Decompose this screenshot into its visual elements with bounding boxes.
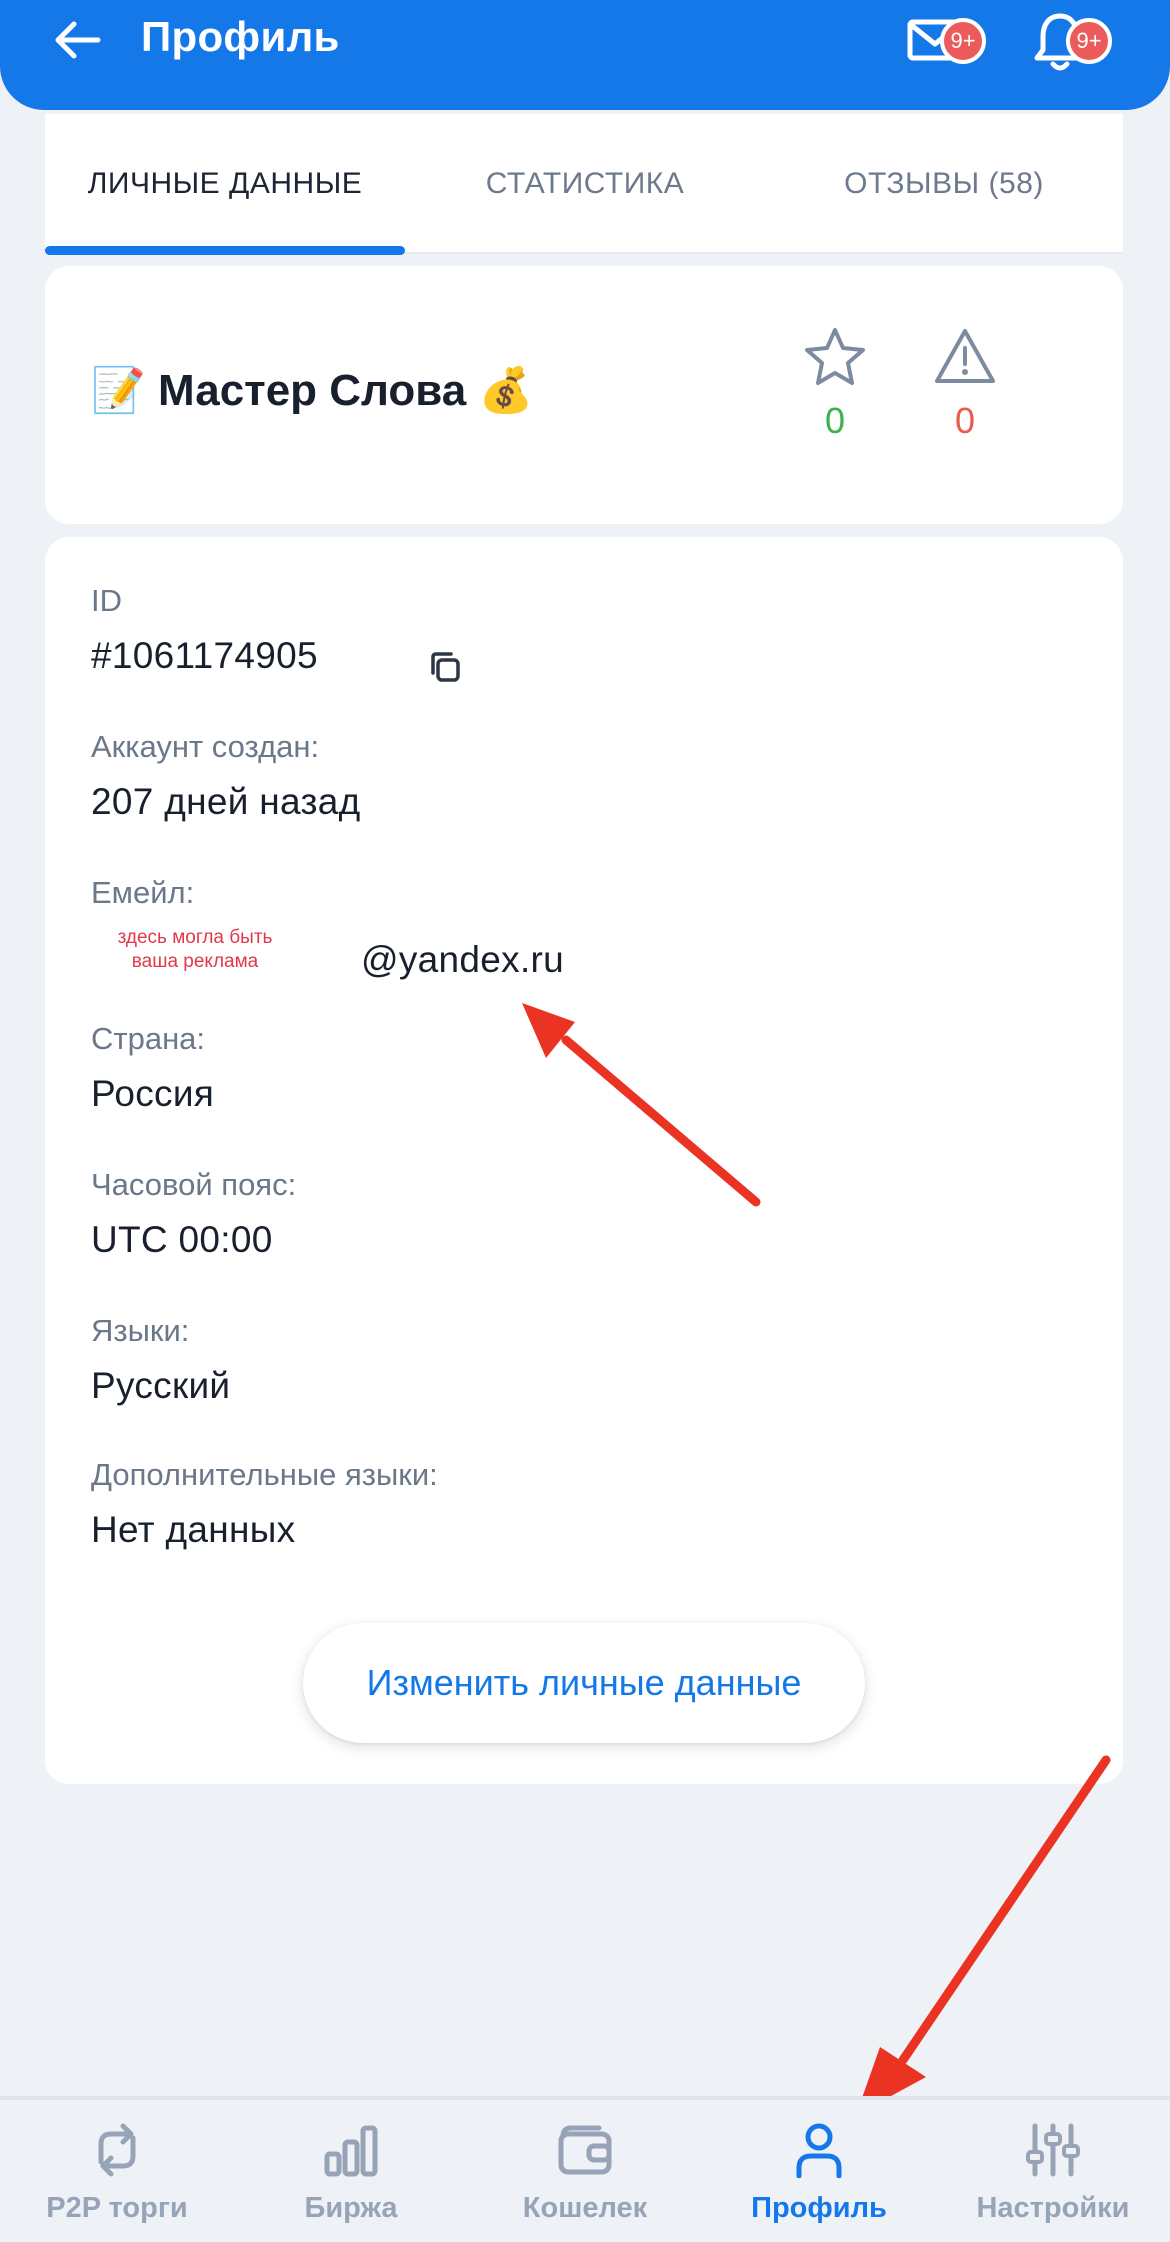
country-value: Россия <box>91 1073 215 1114</box>
id-value: #1061174905 <box>91 635 318 676</box>
languages-label: Языки: <box>91 1313 190 1348</box>
star-icon <box>805 328 865 385</box>
copy-icon[interactable] <box>425 647 465 687</box>
created-value: 207 дней назад <box>91 781 361 822</box>
timezone-value: UTC 00:00 <box>91 1219 273 1260</box>
nav-label-exchange: Биржа <box>304 2192 398 2224</box>
nav-label-p2p: P2P торги <box>46 2192 188 2224</box>
created-label: Аккаунт создан: <box>91 729 320 764</box>
personal-data-card: ID #1061174905 Аккаунт создан: 207 дней … <box>45 537 1123 1784</box>
notifications-button[interactable]: 9+ <box>1030 6 1120 76</box>
extra-languages-value: Нет данных <box>91 1509 296 1550</box>
wallet-icon <box>558 2125 612 2175</box>
created-field: Аккаунт создан: 207 дней назад <box>91 729 361 823</box>
email-text: @yandex.ru <box>361 939 565 980</box>
arrow-to-profile-tab-icon <box>856 1755 1111 2115</box>
money-bag-emoji: 💰 <box>478 366 534 415</box>
nav-label-wallet: Кошелек <box>522 2192 648 2224</box>
timezone-label: Часовой пояс: <box>91 1167 297 1202</box>
app-header: Профиль 9+ 9+ <box>0 0 1170 110</box>
languages-value: Русский <box>91 1365 231 1406</box>
arrow-left-icon <box>55 21 101 59</box>
warning-icon <box>935 329 995 383</box>
active-tab-indicator <box>45 246 405 255</box>
back-button[interactable] <box>52 18 102 62</box>
p2p-arrows-icon <box>98 2123 136 2177</box>
messages-badge: 9+ <box>940 18 986 64</box>
username-text: Мастер Слова <box>158 366 467 415</box>
page-title: Профиль <box>141 13 340 60</box>
person-icon <box>796 2123 842 2178</box>
ad-placeholder-note: здесь могла быть ваша реклама <box>117 927 273 972</box>
tab-reviews[interactable]: ОТЗЫВЫ (58) <box>765 114 1123 254</box>
bottom-navigation: P2P торги Биржа Кошелек Профиль Настройк… <box>0 2096 1170 2242</box>
nav-wallet[interactable]: Кошелек <box>468 2122 702 2225</box>
profile-tabs: ЛИЧНЫЕ ДАННЫЕ СТАТИСТИКА ОТЗЫВЫ (58) <box>45 114 1123 255</box>
bar-chart-icon <box>324 2125 378 2177</box>
likes-stat[interactable]: 0 <box>795 326 875 442</box>
country-field: Страна: Россия <box>91 1021 214 1115</box>
username: 📝 Мастер Слова 💰 <box>91 364 533 416</box>
tab-personal-data[interactable]: ЛИЧНЫЕ ДАННЫЕ <box>45 114 405 254</box>
languages-field: Языки: Русский <box>91 1313 230 1407</box>
extra-languages-label: Дополнительные языки: <box>91 1457 438 1492</box>
nav-p2p[interactable]: P2P торги <box>0 2122 234 2225</box>
sliders-icon <box>1026 2123 1080 2177</box>
likes-count: 0 <box>824 400 846 441</box>
nav-label-profile: Профиль <box>751 2192 887 2224</box>
nav-exchange[interactable]: Биржа <box>234 2122 468 2225</box>
complaints-count: 0 <box>954 400 976 441</box>
profile-summary-card: 📝 Мастер Слова 💰 0 0 <box>45 266 1123 524</box>
timezone-field: Часовой пояс: UTC 00:00 <box>91 1167 296 1261</box>
memo-emoji: 📝 <box>91 366 146 415</box>
nav-settings[interactable]: Настройки <box>936 2122 1170 2225</box>
extra-languages-field: Дополнительные языки: Нет данных <box>91 1457 438 1551</box>
email-label: Емейл: <box>91 875 195 910</box>
nav-label-settings: Настройки <box>976 2192 1130 2224</box>
edit-personal-data-button[interactable]: Изменить личные данные <box>303 1623 865 1743</box>
id-label: ID <box>91 583 122 618</box>
nav-profile[interactable]: Профиль <box>702 2122 936 2225</box>
notifications-badge: 9+ <box>1066 18 1112 64</box>
tab-statistics[interactable]: СТАТИСТИКА <box>405 114 765 254</box>
country-label: Страна: <box>91 1021 206 1056</box>
messages-button[interactable]: 9+ <box>906 6 996 76</box>
complaints-stat[interactable]: 0 <box>925 326 1005 442</box>
id-field: ID #1061174905 <box>91 583 460 682</box>
